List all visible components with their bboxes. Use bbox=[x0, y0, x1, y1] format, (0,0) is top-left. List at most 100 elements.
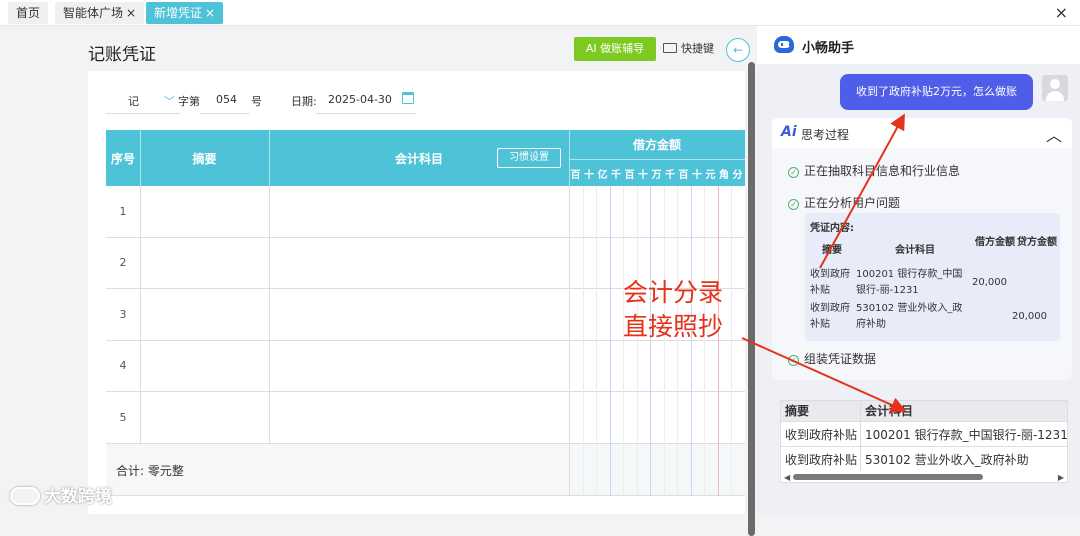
divider bbox=[717, 443, 719, 496]
thinking-step: ✓ 正在分析用户问题 bbox=[788, 194, 900, 211]
voucher-panel: 记账凭证 AI 做账辅导 快捷键 ← 记 ﹀ 字第 054 号 日期: 2025… bbox=[0, 26, 757, 536]
thinking-step: ✓ 组装凭证数据 bbox=[788, 350, 876, 367]
divider bbox=[677, 340, 678, 392]
close-icon[interactable]: × bbox=[1055, 3, 1068, 22]
thinking-header[interactable]: Ai 思考过程 ︿ bbox=[772, 118, 1072, 148]
watermark-text: 大数跨境 bbox=[44, 487, 112, 507]
divider bbox=[609, 186, 611, 238]
result-row1-summary: 收到政府补贴 bbox=[785, 428, 858, 442]
divider bbox=[269, 340, 270, 392]
col-debit: 借方金额 bbox=[632, 138, 681, 152]
divider bbox=[106, 113, 180, 114]
divider bbox=[596, 237, 597, 289]
divider bbox=[704, 443, 705, 496]
back-arrow-icon[interactable]: ← bbox=[726, 38, 750, 62]
chevron-up-icon[interactable]: ︿ bbox=[1046, 122, 1062, 146]
divider bbox=[731, 186, 732, 238]
divider bbox=[596, 443, 597, 496]
tab-close-icon[interactable]: × bbox=[205, 6, 215, 20]
divider bbox=[690, 392, 692, 444]
divider bbox=[269, 186, 270, 238]
vc-header-credit: 贷方金额 bbox=[1017, 237, 1057, 248]
tab-agent-square[interactable]: 智能体广场 × bbox=[55, 2, 145, 24]
scroll-left-icon[interactable]: ◀ bbox=[784, 473, 790, 482]
vertical-scrollbar[interactable] bbox=[748, 62, 755, 536]
divider bbox=[569, 289, 570, 341]
number-unit: 号 bbox=[251, 95, 262, 108]
ai-icon: Ai bbox=[781, 124, 797, 140]
shortcut-button[interactable]: 快捷键 bbox=[663, 40, 714, 56]
col-seq: 序号 bbox=[110, 152, 135, 166]
watermark: 大数跨境 bbox=[10, 482, 112, 507]
row-number: 1 bbox=[119, 204, 127, 218]
divider bbox=[582, 392, 584, 444]
scrollbar-thumb[interactable] bbox=[748, 62, 755, 536]
divider bbox=[704, 340, 705, 392]
divider bbox=[596, 340, 597, 392]
result-table: 摘要 会计科目 收到政府补贴 100201 银行存款_中国银行-丽-1231 收… bbox=[780, 400, 1068, 483]
tab-close-icon[interactable]: × bbox=[126, 6, 136, 20]
divider bbox=[596, 289, 597, 341]
row-number: 3 bbox=[119, 307, 127, 321]
divider bbox=[140, 340, 141, 392]
tab-bar: 首页 智能体广场 × 新增凭证 × × bbox=[0, 0, 1080, 26]
table-row[interactable]: 1 bbox=[106, 186, 745, 238]
digit-header: 角 bbox=[719, 170, 729, 181]
divider bbox=[569, 340, 570, 392]
vc-row1-account: 100201 银行存款_中国银行-丽-1231 bbox=[856, 269, 963, 296]
digit-header: 百 bbox=[678, 170, 689, 181]
divider bbox=[731, 237, 732, 289]
tab-new-voucher-label: 新增凭证 bbox=[154, 6, 203, 20]
divider bbox=[596, 186, 597, 238]
divider bbox=[609, 443, 611, 496]
divider bbox=[690, 340, 692, 392]
divider bbox=[677, 392, 678, 444]
assistant-header: 小畅助手 bbox=[757, 26, 1080, 64]
calendar-icon[interactable] bbox=[402, 92, 414, 104]
table-row[interactable]: 5 bbox=[106, 392, 745, 444]
ai-bookkeeping-button[interactable]: AI 做账辅导 bbox=[574, 37, 656, 61]
result-row1-account: 100201 银行存款_中国银行-丽-1231 bbox=[865, 428, 1068, 442]
row-number: 4 bbox=[119, 359, 127, 373]
word-type-select[interactable]: 记 bbox=[128, 93, 139, 109]
result-header-summary: 摘要 bbox=[785, 404, 810, 418]
divider bbox=[677, 186, 678, 238]
shortcut-label: 快捷键 bbox=[681, 42, 714, 55]
habit-settings-button[interactable]: 习惯设置 bbox=[497, 148, 561, 168]
result-row2-summary: 收到政府补贴 bbox=[785, 453, 858, 467]
divider bbox=[623, 186, 624, 238]
tab-new-voucher[interactable]: 新增凭证 × bbox=[146, 2, 224, 24]
chevron-down-icon[interactable]: ﹀ bbox=[164, 93, 175, 109]
vc-header-debit: 借方金额 bbox=[975, 237, 1015, 248]
divider bbox=[609, 340, 611, 392]
digit-header: 万 bbox=[651, 170, 662, 181]
check-circle-icon: ✓ bbox=[788, 355, 799, 366]
thinking-step: ✓ 正在抽取科目信息和行业信息 bbox=[788, 162, 960, 179]
divider bbox=[582, 340, 584, 392]
divider bbox=[623, 443, 624, 496]
digit-header: 元 bbox=[705, 170, 716, 181]
row-number: 5 bbox=[119, 410, 127, 424]
divider bbox=[269, 392, 270, 444]
divider bbox=[582, 443, 584, 496]
divider bbox=[650, 340, 651, 392]
table-row[interactable]: 4 bbox=[106, 340, 745, 392]
col-summary: 摘要 bbox=[192, 152, 217, 166]
divider bbox=[596, 392, 597, 444]
tab-home[interactable]: 首页 bbox=[8, 2, 49, 24]
robot-icon bbox=[774, 36, 794, 53]
vc-row1-summary: 收到政府补贴 bbox=[810, 269, 850, 296]
total-label: 合计: 零元整 bbox=[116, 463, 184, 478]
voucher-number-input[interactable]: 054 bbox=[216, 93, 237, 106]
vc-row2-credit: 20,000 bbox=[1012, 311, 1047, 322]
vc-row2-account: 530102 营业外收入_政府补助 bbox=[856, 303, 963, 330]
scroll-right-icon[interactable]: ▶ bbox=[1058, 473, 1064, 482]
thinking-title: 思考过程 bbox=[801, 128, 850, 142]
step-label: 组装凭证数据 bbox=[804, 352, 877, 366]
divider bbox=[650, 392, 651, 444]
horizontal-scrollbar[interactable] bbox=[793, 474, 983, 480]
result-row2-account: 530102 营业外收入_政府补助 bbox=[865, 453, 1029, 467]
divider bbox=[140, 237, 141, 289]
date-input[interactable]: 2025-04-30 bbox=[328, 93, 392, 106]
annotation-text: 会计分录 直接照抄 bbox=[623, 276, 723, 344]
